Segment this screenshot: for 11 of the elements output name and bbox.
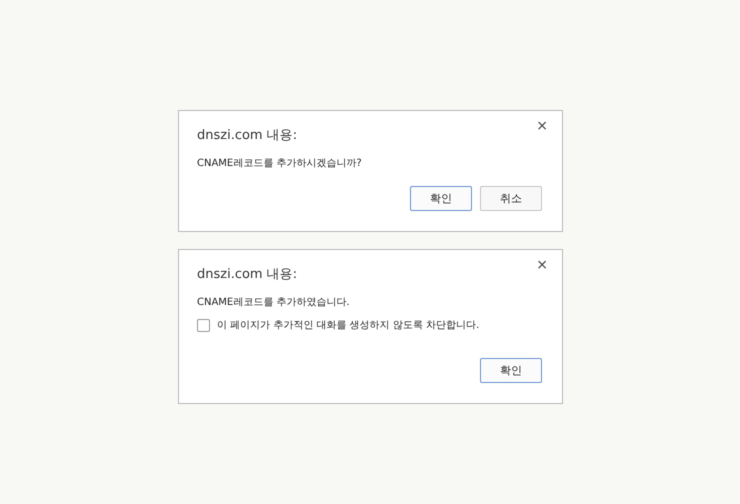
checkbox-label: 이 페이지가 추가적인 대화를 생성하지 않도록 차단합니다. [217, 319, 480, 332]
close-button[interactable]: × [534, 258, 550, 272]
dialog-title: dnszi.com 내용: [197, 266, 298, 283]
dialog-button[interactable]: 취소 [480, 186, 542, 211]
dialog-title: dnszi.com 내용: [197, 127, 298, 144]
close-button[interactable]: × [534, 119, 550, 133]
dialog-button[interactable]: 확인 [480, 358, 542, 383]
checkbox[interactable] [197, 318, 210, 332]
dialog-message: CNAME레코드를 추가하였습니다. [197, 296, 351, 309]
dialog-button[interactable]: 확인 [410, 186, 472, 211]
dialog-message: CNAME레코드를 추가하시겠습니까? [197, 157, 363, 170]
